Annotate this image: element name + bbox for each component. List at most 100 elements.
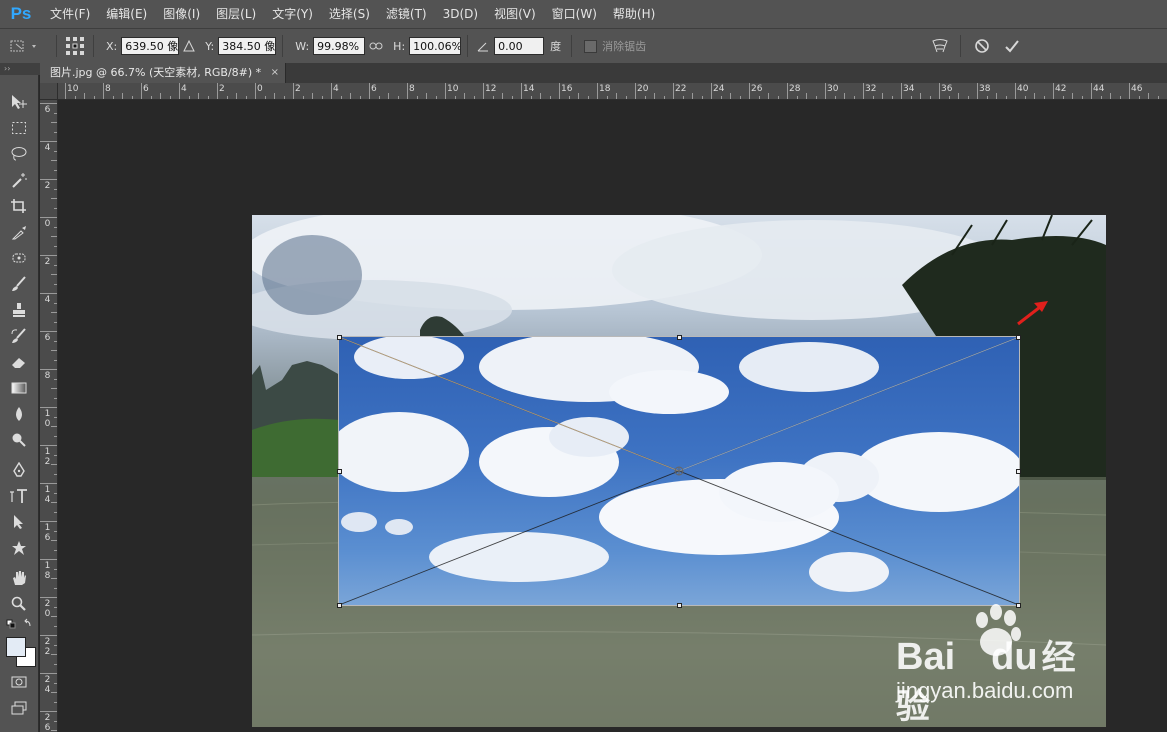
ruler-minor-tick xyxy=(815,96,817,99)
history-brush-icon[interactable] xyxy=(5,325,33,347)
ruler-major-tick xyxy=(40,483,57,484)
ruler-minor-tick xyxy=(1072,93,1073,99)
eyedropper-icon[interactable] xyxy=(5,221,33,243)
photoshop-logo[interactable]: Ps xyxy=(0,0,42,28)
cancel-transform-icon[interactable] xyxy=(967,38,997,54)
link-icon[interactable] xyxy=(365,42,387,50)
menu-window[interactable]: 窗口(W) xyxy=(544,0,605,28)
transform-handle-right[interactable] xyxy=(1016,469,1021,474)
close-tab-icon[interactable]: × xyxy=(271,63,279,83)
ruler-minor-tick xyxy=(54,606,57,608)
transform-handle-bottom[interactable] xyxy=(677,603,682,608)
ruler-minor-tick xyxy=(958,93,959,99)
ruler-minor-tick xyxy=(54,701,57,703)
menu-help[interactable]: 帮助(H) xyxy=(605,0,663,28)
ruler-minor-tick xyxy=(768,93,769,99)
relative-position-icon[interactable] xyxy=(179,40,199,52)
blur-icon[interactable] xyxy=(5,403,33,425)
document-tab[interactable]: 图片.jpg @ 66.7% (天空素材, RGB/8#) * × xyxy=(40,63,286,83)
type-icon[interactable] xyxy=(5,485,33,507)
marquee-icon[interactable] xyxy=(5,117,33,139)
healing-brush-icon[interactable] xyxy=(5,247,33,269)
quick-mask-icon[interactable] xyxy=(5,671,33,693)
ruler-minor-tick xyxy=(54,644,57,646)
warp-mode-icon[interactable] xyxy=(926,38,954,54)
width-scale-input[interactable]: 99.98% xyxy=(313,37,366,55)
menu-file[interactable]: 文件(F) xyxy=(42,0,98,28)
menu-type[interactable]: 文字(Y) xyxy=(264,0,321,28)
ruler-minor-tick xyxy=(644,96,646,99)
transform-handle-bottom-left[interactable] xyxy=(337,603,342,608)
color-swatches[interactable] xyxy=(6,637,36,667)
transform-handle-top[interactable] xyxy=(677,335,682,340)
eraser-icon[interactable] xyxy=(5,351,33,373)
screen-mode-icon[interactable] xyxy=(5,697,33,719)
ruler-major-tick xyxy=(40,559,57,560)
commit-transform-icon[interactable] xyxy=(997,38,1027,54)
ruler-major-tick xyxy=(331,83,332,99)
path-selection-icon[interactable] xyxy=(5,511,33,533)
transform-handle-top-left[interactable] xyxy=(337,335,342,340)
ruler-minor-tick xyxy=(122,93,123,99)
ruler-major-tick xyxy=(40,293,57,294)
ruler-minor-tick xyxy=(54,587,57,589)
y-position-input[interactable]: 384.50 像素 xyxy=(218,37,277,55)
hand-icon[interactable] xyxy=(5,567,33,589)
horizontal-ruler[interactable]: 10 8 6 4 2 0 2 4 6 8 10 12 14 16 18 20 22 24 26 28 30 32 34 36 3… xyxy=(58,83,1167,100)
brush-icon[interactable] xyxy=(5,273,33,295)
gradient-icon[interactable] xyxy=(5,377,33,399)
ruler-minor-tick xyxy=(321,96,323,99)
ruler-major-tick xyxy=(40,369,57,370)
ruler-major-tick xyxy=(40,331,57,332)
ruler-minor-tick xyxy=(1043,96,1045,99)
shape-icon[interactable] xyxy=(5,537,33,559)
crop-icon[interactable] xyxy=(5,195,33,217)
ruler-minor-tick xyxy=(948,96,950,99)
ruler-major-tick xyxy=(217,83,218,99)
menu-view[interactable]: 视图(V) xyxy=(486,0,544,28)
ruler-minor-tick xyxy=(758,96,760,99)
transform-handle-top-right[interactable] xyxy=(1016,335,1021,340)
menu-layer[interactable]: 图层(L) xyxy=(208,0,264,28)
default-colors-icon[interactable] xyxy=(5,617,33,631)
ruler-major-tick xyxy=(635,83,636,99)
x-position-input[interactable]: 639.50 像素 xyxy=(121,37,180,55)
menu-edit[interactable]: 编辑(E) xyxy=(98,0,155,28)
lasso-icon[interactable] xyxy=(5,143,33,165)
pen-icon[interactable] xyxy=(5,459,33,481)
height-scale-input[interactable]: 100.06% xyxy=(409,37,462,55)
toolbar-collapse-toggle[interactable]: ›› xyxy=(0,63,40,75)
ruler-v-label: 16 xyxy=(44,523,51,543)
magic-wand-icon[interactable] xyxy=(5,169,33,191)
sky-material-layer[interactable] xyxy=(338,336,1020,606)
ruler-major-tick xyxy=(40,179,57,180)
menu-bar: Ps 文件(F) 编辑(E) 图像(I) 图层(L) 文字(Y) 选择(S) 滤… xyxy=(0,0,1167,28)
ruler-minor-tick xyxy=(54,492,57,494)
ruler-minor-tick xyxy=(388,93,389,99)
menu-3d[interactable]: 3D(D) xyxy=(435,0,486,28)
vertical-ruler[interactable]: 64202468101214161820222426 xyxy=(40,100,58,732)
ruler-minor-tick xyxy=(54,207,57,209)
transform-handle-left[interactable] xyxy=(337,469,342,474)
move-tool-icon[interactable] xyxy=(5,91,33,113)
ruler-minor-tick xyxy=(54,112,57,114)
menu-select[interactable]: 选择(S) xyxy=(321,0,378,28)
rotate-angle-input[interactable]: 0.00 xyxy=(494,37,545,55)
foreground-color-swatch[interactable] xyxy=(6,637,26,657)
ruler-minor-tick xyxy=(51,160,57,161)
ruler-origin[interactable] xyxy=(40,83,58,100)
dodge-icon[interactable] xyxy=(5,429,33,451)
menu-filter[interactable]: 滤镜(T) xyxy=(378,0,435,28)
clone-stamp-icon[interactable] xyxy=(5,299,33,321)
ruler-minor-tick xyxy=(131,96,133,99)
ruler-minor-tick xyxy=(188,96,190,99)
ruler-minor-tick xyxy=(54,454,57,456)
antialias-checkbox[interactable] xyxy=(584,39,598,53)
transform-tool-preset-icon[interactable] xyxy=(0,39,50,53)
ruler-minor-tick xyxy=(350,93,351,99)
zoom-icon[interactable] xyxy=(5,593,33,615)
ruler-h-label: 0 xyxy=(257,84,263,94)
ruler-minor-tick xyxy=(806,93,807,99)
reference-point-icon[interactable] xyxy=(63,36,87,56)
menu-image[interactable]: 图像(I) xyxy=(155,0,208,28)
